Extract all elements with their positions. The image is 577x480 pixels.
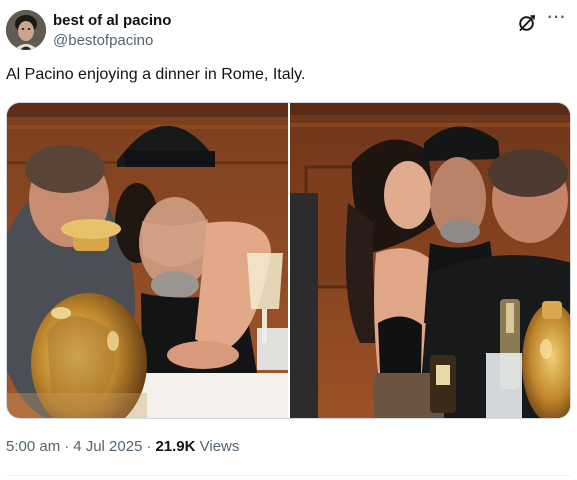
tweet-meta: 5:00 am · 4 Jul 2025 · 21.9K Views [6, 437, 239, 457]
separator: · [64, 438, 70, 455]
tweet-card: best of al pacino @bestofpacino ··· Al P… [0, 0, 577, 480]
profile-photo-icon [6, 10, 46, 50]
user-info[interactable]: best of al pacino @bestofpacino [53, 12, 171, 51]
divider [6, 475, 571, 476]
photo-1[interactable] [7, 103, 288, 418]
display-name[interactable]: best of al pacino [53, 12, 171, 30]
dinner-photo-image [290, 103, 570, 418]
tweet-text: Al Pacino enjoying a dinner in Rome, Ita… [6, 66, 306, 83]
media-grid [6, 102, 571, 419]
dinner-photo-image [7, 103, 288, 418]
photo-2[interactable] [290, 103, 570, 418]
post-date[interactable]: 4 Jul 2025 [73, 438, 142, 455]
post-time[interactable]: 5:00 am [6, 438, 60, 455]
grok-icon[interactable] [517, 13, 537, 33]
views-count[interactable]: 21.9K [155, 438, 195, 455]
separator: · [146, 438, 152, 455]
views-label: Views [199, 438, 240, 455]
avatar[interactable] [6, 10, 46, 50]
more-icon[interactable]: ··· [545, 10, 569, 31]
user-handle[interactable]: @bestofpacino [53, 31, 171, 51]
tweet-header: best of al pacino @bestofpacino ··· [6, 8, 571, 54]
